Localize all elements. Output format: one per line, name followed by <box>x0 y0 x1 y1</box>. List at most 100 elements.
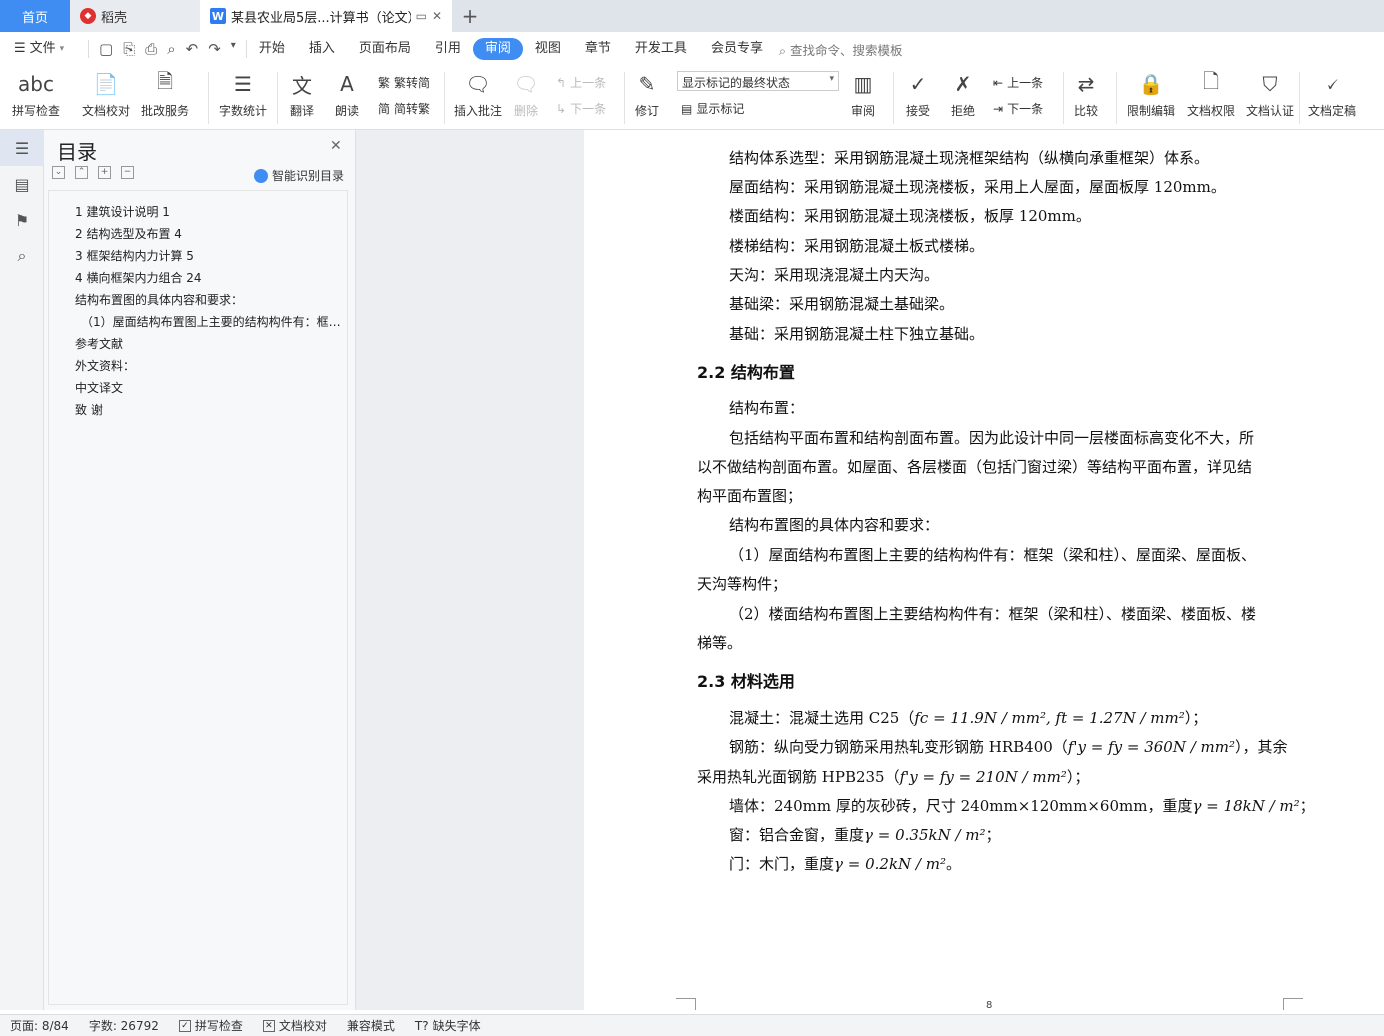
menu-member[interactable]: 会员专享 <box>699 38 775 60</box>
search-icon[interactable]: ⌕ <box>0 238 44 274</box>
compare-button[interactable]: ⇄ 比较 <box>1072 70 1100 119</box>
menu-start[interactable]: 开始 <box>247 38 297 60</box>
doc-permission-label: 文档权限 <box>1187 104 1236 118</box>
menu-layout[interactable]: 页面布局 <box>347 38 423 60</box>
insert-comment-button[interactable]: 🗨 插入批注 <box>454 70 502 119</box>
formula: γ = 0.2kN / m² <box>834 855 946 873</box>
collapse-icon[interactable]: ⌄ <box>52 166 65 179</box>
doc-text: ），其余 <box>1235 738 1288 756</box>
reject-button[interactable]: ✗ 拒绝 <box>949 70 977 119</box>
toc-item[interactable]: 外文资料： <box>75 357 135 374</box>
more-icon[interactable]: ▾ <box>231 40 236 58</box>
doc-text: ； <box>985 826 1001 844</box>
tab-home[interactable]: 首页 <box>0 0 70 32</box>
doc-line: 门：木门，重度γ = 0.2kN / m²。 <box>729 853 961 874</box>
read-aloud-button[interactable]: A 朗读 <box>333 70 361 119</box>
document-page[interactable] <box>584 130 1384 1010</box>
translate-label: 翻译 <box>289 104 314 118</box>
tab-document[interactable]: W 某县农业局5层...计算书（论文） ▭ ✕ <box>200 0 452 32</box>
markup-state-select[interactable]: 显示标记的最终状态 ▾ <box>677 71 839 91</box>
smart-toc-button[interactable]: 智能识别目录 <box>254 167 344 184</box>
revise-button[interactable]: ✎ 修订 <box>633 70 661 119</box>
correction-service-button[interactable]: 🗎 批改服务 <box>141 69 189 119</box>
delete-comment-button[interactable]: 🗨 删除 <box>512 70 540 119</box>
toc-item[interactable]: 4 横向框架内力组合 24 <box>75 269 202 286</box>
tab-daoke[interactable]: ◆ 稻壳 <box>70 0 200 32</box>
prev-change-button[interactable]: ⇤ 上一条 <box>993 74 1043 91</box>
doc-finalize-button[interactable]: 🗸 文档定稿 <box>1308 70 1356 119</box>
markup-state-value: 显示标记的最终状态 <box>682 76 791 90</box>
missing-font[interactable]: T? 缺失字体 <box>405 1017 491 1034</box>
close-icon[interactable]: ✕ <box>330 138 342 154</box>
comment-icon: 🗨 <box>465 72 491 96</box>
new-tab-button[interactable]: + <box>452 0 488 32</box>
restrict-edit-button[interactable]: 🔒 限制编辑 <box>1127 70 1175 119</box>
menu-section[interactable]: 章节 <box>573 38 623 60</box>
next-change-button[interactable]: ⇥ 下一条 <box>993 100 1043 117</box>
quick-access: ▢ ⎘ ⎙ ⌕ ↶ ↷ ▾ <box>88 40 247 58</box>
toc-item[interactable]: 中文译文 <box>75 379 123 396</box>
next-comment-button[interactable]: ↳ 下一条 <box>556 100 606 117</box>
toc-icon[interactable]: ☰ <box>0 130 44 166</box>
toc-item[interactable]: 致 谢 <box>75 401 103 418</box>
ribbon-separator <box>277 72 278 124</box>
doc-permission-button[interactable]: 🗋 文档权限 <box>1187 69 1236 119</box>
spell-check-button[interactable]: abc 拼写检查 <box>12 70 60 119</box>
status-spell-check[interactable]: ✓ 拼写检查 <box>169 1017 253 1034</box>
menu-devtools[interactable]: 开发工具 <box>623 38 699 60</box>
page-indicator[interactable]: 页面: 8/84 <box>0 1017 79 1034</box>
toc-item[interactable]: （1）屋面结构布置图上主要的结构构件有：框架（梁和柱）、屋面梁、屋面板、天沟等构… <box>81 313 341 330</box>
bookmark-icon[interactable]: ⚑ <box>0 202 44 238</box>
toc-item[interactable]: 3 框架结构内力计算 5 <box>75 247 194 264</box>
simp-to-trad-button[interactable]: 简简转繁 <box>378 100 430 117</box>
review-pane-icon: ▥ <box>853 72 873 96</box>
save-icon[interactable]: ▢ <box>99 40 113 58</box>
status-doc-proof[interactable]: ✕ 文档校对 <box>253 1017 337 1034</box>
menu-insert[interactable]: 插入 <box>297 38 347 60</box>
translate-button[interactable]: 文翻译 <box>288 70 316 119</box>
expand-icon[interactable]: ⌃ <box>75 166 88 179</box>
redo-icon[interactable]: ↷ <box>208 40 221 58</box>
window-icon[interactable]: ▭ <box>416 9 427 23</box>
doc-proof-button[interactable]: 📄 文档校对 <box>82 70 130 119</box>
accept-button[interactable]: ✓ 接受 <box>904 70 932 119</box>
word-count-indicator[interactable]: 字数: 26792 <box>79 1017 169 1034</box>
close-tab-icon[interactable]: ✕ <box>432 9 442 23</box>
toc-item[interactable]: 1 建筑设计说明 1 <box>75 203 170 220</box>
toc-item[interactable]: 2 结构选型及布置 4 <box>75 225 182 242</box>
show-markup-button[interactable]: ▤ 显示标记 <box>681 100 744 117</box>
doc-text: 窗：铝合金窗，重度 <box>729 826 865 844</box>
trad-to-simp-button[interactable]: 繁繁转简 <box>378 74 430 91</box>
command-search[interactable]: ⌕ 查找命令、搜索模板 <box>779 40 903 59</box>
menu-reference[interactable]: 引用 <box>423 38 473 60</box>
permission-icon: 🗋 <box>1202 69 1220 93</box>
doc-line: 结构布置图的具体内容和要求： <box>729 516 940 534</box>
preview-icon[interactable]: ⌕ <box>167 40 175 58</box>
font-icon: T? <box>414 1018 429 1033</box>
menu-review[interactable]: 审阅 <box>472 38 523 60</box>
doc-line: 梯等。 <box>697 634 743 652</box>
menu-bar: ☰ 文件 ▾ ▢ ⎘ ⎙ ⌕ ↶ ↷ ▾ 开始 插入 页面布局 引用 审阅 视图… <box>0 32 1384 66</box>
chapter-icon[interactable]: ▤ <box>0 166 44 202</box>
simp-to-trad-icon: 简 <box>378 102 391 116</box>
page-margin-area <box>356 130 584 1010</box>
print-icon[interactable]: ⎙ <box>145 40 157 58</box>
doc-certify-button[interactable]: ⛉ 文档认证 <box>1246 70 1294 119</box>
prev-comment-label: 上一条 <box>570 76 607 90</box>
remove-level-icon[interactable]: − <box>121 166 134 179</box>
prev-comment-button[interactable]: ↰ 上一条 <box>556 74 606 91</box>
toc-item[interactable]: 参考文献 <box>75 335 123 352</box>
add-level-icon[interactable]: + <box>98 166 111 179</box>
prev-change-icon: ⇤ <box>993 75 1004 90</box>
doc-text: ）； <box>1184 709 1208 727</box>
review-pane-button[interactable]: ▥ 审阅 <box>849 70 877 119</box>
file-menu[interactable]: ☰ 文件 ▾ <box>0 38 88 60</box>
read-aloud-icon: A <box>340 72 354 96</box>
toc-item[interactable]: 结构布置图的具体内容和要求： <box>75 291 243 308</box>
word-count-button[interactable]: ☰ 字数统计 <box>219 70 267 119</box>
doc-line: 混凝土：混凝土选用 C25（fc = 11.9N / mm², ft = 1.2… <box>729 707 1207 728</box>
menu-view[interactable]: 视图 <box>523 38 573 60</box>
export-icon[interactable]: ⎘ <box>123 40 135 58</box>
compat-mode[interactable]: 兼容模式 <box>337 1017 405 1034</box>
undo-icon[interactable]: ↶ <box>186 40 199 58</box>
